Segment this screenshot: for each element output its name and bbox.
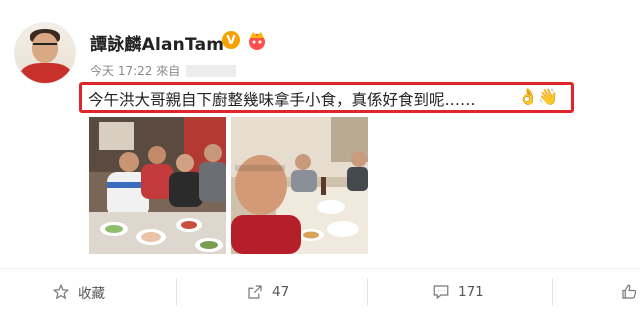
repost-count: 47	[272, 284, 290, 300]
separator	[552, 278, 553, 306]
like-button[interactable]	[620, 270, 640, 314]
avatar[interactable]	[14, 22, 76, 84]
separator	[367, 278, 368, 306]
comment-button[interactable]: 171	[432, 270, 484, 314]
post-time[interactable]: 今天 17:22	[90, 64, 152, 78]
source-blurred	[186, 65, 237, 77]
author-name[interactable]: 譚詠麟AlanTam	[90, 30, 224, 55]
ok-hand-emoji-icon: 👌	[518, 87, 538, 106]
crown-icon	[249, 32, 265, 50]
post-source-prefix: 來自	[156, 64, 181, 78]
star-icon	[52, 283, 70, 300]
post-image-2[interactable]	[231, 117, 368, 254]
bookmark-button[interactable]: 收藏	[52, 270, 105, 314]
action-divider	[0, 268, 640, 269]
repost-button[interactable]: 47	[246, 270, 289, 314]
repost-icon	[248, 285, 262, 299]
like-icon	[622, 284, 637, 299]
bookmark-label: 收藏	[78, 286, 105, 302]
comment-count: 171	[458, 284, 484, 300]
separator	[176, 278, 177, 306]
verified-badge-icon: V	[222, 31, 240, 49]
comment-icon	[433, 285, 449, 300]
post-text: 今午洪大哥親自下廚整幾味拿手小食，真係好食到呢……	[88, 91, 476, 109]
post-meta: 今天 17:22 來自	[90, 62, 237, 79]
post-image-1[interactable]	[89, 117, 226, 254]
waving-hand-emoji-icon: 👋	[538, 87, 558, 106]
